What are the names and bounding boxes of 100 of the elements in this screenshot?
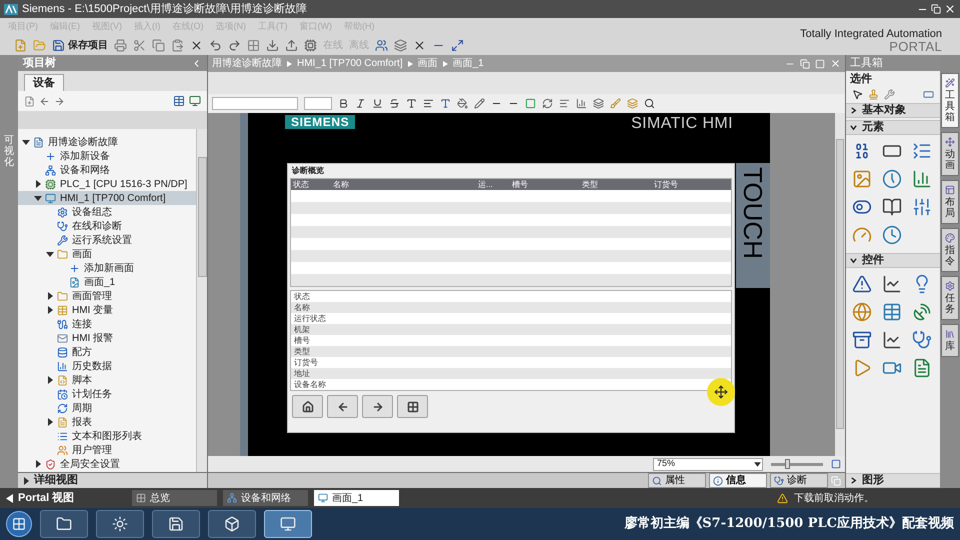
close-icon[interactable] — [944, 3, 956, 15]
font-size-icon[interactable] — [406, 98, 417, 109]
inspector-tab[interactable]: 属性 — [648, 473, 706, 488]
tree-item[interactable]: 在线和诊断 — [18, 219, 196, 233]
section-header[interactable]: 图形 — [846, 473, 940, 488]
tree-item[interactable]: 连接 — [18, 317, 196, 331]
tree-item[interactable]: 运行系统设置 — [18, 233, 196, 247]
tree-item[interactable]: 用博途诊断故障 — [18, 135, 196, 149]
tree-item[interactable]: 设备组态 — [18, 205, 196, 219]
toolbox-item-icon[interactable] — [882, 302, 902, 322]
home-button[interactable] — [292, 395, 323, 418]
side-tab[interactable]: 布局 — [941, 180, 959, 224]
collapsed-arrow-icon[interactable] — [46, 306, 54, 314]
editor-tab[interactable]: 总览 — [132, 490, 217, 506]
side-tab[interactable]: 工具箱 — [941, 73, 959, 128]
view-icon[interactable] — [923, 88, 934, 100]
section-header[interactable]: 控件 — [846, 253, 940, 268]
tree-item[interactable]: 画面 — [18, 247, 196, 261]
toolbox-item-icon[interactable] — [882, 274, 902, 294]
tree-item[interactable]: 画面管理 — [18, 289, 196, 303]
collapsed-arrow-icon[interactable] — [46, 292, 54, 300]
bold-icon[interactable] — [338, 98, 349, 109]
copy-icon[interactable] — [152, 38, 165, 52]
detail-view-bar[interactable]: 详细视图 — [18, 472, 207, 488]
collapsed-arrow-icon[interactable] — [46, 376, 54, 384]
tree-item[interactable]: HMI_1 [TP700 Comfort] — [18, 191, 196, 205]
portal-view-button[interactable]: Portal 视图 — [6, 490, 126, 506]
restore-icon[interactable] — [931, 4, 941, 14]
side-tab[interactable]: 动画 — [941, 132, 959, 176]
toolbox-item-icon[interactable] — [912, 358, 932, 378]
start-button[interactable] — [6, 511, 32, 537]
tree-item[interactable]: HMI 变量 — [18, 303, 196, 317]
column-header[interactable]: 槽号 — [510, 179, 580, 190]
tree-item[interactable]: 用户管理 — [18, 443, 196, 457]
forward-icon[interactable] — [54, 96, 65, 106]
toolbox-item-icon[interactable] — [852, 274, 872, 294]
tree-item[interactable]: 历史数据 — [18, 359, 196, 373]
tree-item[interactable]: 全局安全设置 — [18, 457, 196, 471]
taskbar-app-button[interactable] — [96, 510, 144, 538]
collapsed-arrow-icon[interactable] — [46, 418, 54, 426]
toolbox-item-icon[interactable] — [882, 330, 902, 350]
print-icon[interactable] — [114, 38, 127, 52]
view-switch-button[interactable] — [397, 395, 428, 418]
section-header[interactable]: 元素 — [846, 120, 940, 135]
scrollbar[interactable] — [835, 113, 845, 456]
side-tab[interactable]: 指令 — [941, 228, 959, 272]
section-header[interactable]: 基本对象 — [846, 103, 940, 118]
fill-color-icon[interactable] — [457, 98, 468, 109]
zoom-icon[interactable] — [644, 98, 655, 109]
toolbox-item-icon[interactable] — [912, 197, 932, 217]
toolbox-item-icon[interactable] — [882, 169, 902, 189]
align-objects-icon[interactable] — [559, 98, 570, 109]
toolbox-item-icon[interactable] — [882, 225, 902, 245]
taskbar-app-button[interactable] — [152, 510, 200, 538]
zoom-slider-thumb[interactable] — [784, 458, 790, 468]
download-icon[interactable] — [266, 38, 279, 52]
column-header[interactable]: 类型 — [580, 179, 652, 190]
tree-item[interactable]: 画面_1 — [18, 275, 196, 289]
toolbox-item-icon[interactable] — [912, 169, 932, 189]
paste-icon[interactable] — [171, 38, 184, 52]
editor-tab[interactable]: 画面_1 — [314, 490, 399, 506]
italic-icon[interactable] — [355, 98, 366, 109]
tree-item[interactable]: 配方 — [18, 345, 196, 359]
device-view-icon[interactable] — [189, 95, 201, 107]
devices-tab[interactable]: 设备 — [24, 74, 64, 91]
tree-item[interactable]: 文本和图形列表 — [18, 429, 196, 443]
close-project-icon[interactable] — [413, 38, 426, 52]
editor-tab[interactable]: 设备和网络 — [223, 490, 308, 506]
strikethrough-icon[interactable] — [389, 98, 400, 109]
column-header[interactable]: 名称 — [331, 179, 476, 190]
inspector-tab[interactable]: 诊断 — [770, 473, 828, 488]
tree-item[interactable]: 添加新设备 — [18, 149, 196, 163]
pointer-icon[interactable] — [852, 88, 863, 100]
toolbox-item-icon[interactable] — [852, 330, 872, 350]
tree-item[interactable]: 脚本 — [18, 373, 196, 387]
taskbar-app-button[interactable] — [208, 510, 256, 538]
font-field[interactable] — [212, 97, 298, 110]
expand-arrow-icon[interactable] — [22, 476, 30, 484]
rotate-icon[interactable] — [542, 98, 553, 109]
collapsed-arrow-icon[interactable] — [34, 460, 42, 468]
toolbox-item-icon[interactable] — [912, 330, 932, 350]
upload-icon[interactable] — [285, 38, 298, 52]
text-color-icon[interactable] — [440, 98, 451, 109]
overview-icon[interactable] — [173, 95, 185, 107]
back-icon[interactable] — [39, 96, 50, 106]
expanded-arrow-icon[interactable] — [34, 194, 42, 202]
collapsed-arrow-icon[interactable] — [34, 180, 42, 188]
tree-item[interactable]: 报表 — [18, 415, 196, 429]
add-icon[interactable] — [24, 96, 35, 106]
tree-item[interactable]: 周期 — [18, 401, 196, 415]
forward-button[interactable] — [362, 395, 393, 418]
side-tab[interactable]: 库 — [941, 324, 959, 357]
tree-item[interactable]: 设备和网络 — [18, 163, 196, 177]
tool-icon[interactable] — [884, 88, 895, 100]
cut-icon[interactable] — [133, 38, 146, 52]
delete-icon[interactable] — [190, 38, 203, 52]
zoom-select[interactable]: 75% — [653, 458, 763, 470]
column-header[interactable]: 状态 — [291, 179, 331, 190]
side-tab[interactable]: 任务 — [941, 276, 959, 320]
back-button[interactable] — [327, 395, 358, 418]
